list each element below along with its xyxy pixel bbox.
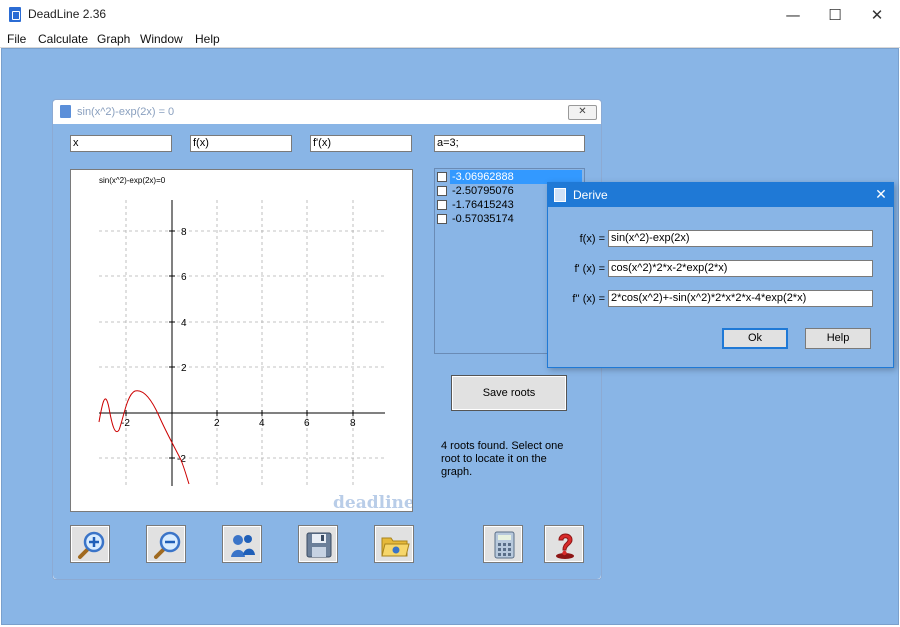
- calculator-icon: [554, 188, 566, 202]
- document-icon: [60, 105, 71, 118]
- app-title: DeadLine 2.36: [28, 7, 107, 21]
- root-checkbox[interactable]: [437, 200, 447, 210]
- root-checkbox[interactable]: [437, 186, 447, 196]
- save-icon: [306, 532, 332, 558]
- derive-dialog-titlebar[interactable]: Derive ✕: [548, 183, 893, 207]
- menu-window[interactable]: Window: [140, 32, 183, 46]
- x-tick-label: 4: [259, 418, 265, 429]
- help-icon: [556, 533, 574, 559]
- ddfx-label: f'' (x) =: [572, 293, 605, 305]
- y-tick-label: 8: [181, 227, 187, 238]
- graph-panel[interactable]: sin(x^2)-exp(2x)=0 -2 2 4 6 8 8 6 4 2 -2…: [70, 169, 413, 512]
- zoom-in-icon: [78, 531, 105, 559]
- pan-button[interactable]: [222, 525, 262, 563]
- maximize-button[interactable]: ☐: [812, 0, 858, 30]
- help-dialog-button[interactable]: Help: [805, 328, 871, 349]
- equation-window-titlebar[interactable]: sin(x^2)-exp(2x) = 0 ✕: [53, 100, 601, 124]
- y-tick-label: 4: [181, 318, 187, 329]
- x-tick-label: 6: [304, 418, 310, 429]
- fx-label: f(x) =: [579, 233, 605, 245]
- zoom-out-button[interactable]: [146, 525, 186, 563]
- dfx-label: f' (x) =: [574, 263, 605, 275]
- x-tick-label: 2: [214, 418, 220, 429]
- derive-dialog-close-button[interactable]: ✕: [870, 184, 892, 206]
- graph-axes: [99, 200, 385, 486]
- root-value: -0.57035174: [452, 213, 514, 225]
- pan-icon: [231, 535, 255, 557]
- open-button[interactable]: [374, 525, 414, 563]
- zoom-out-icon: [154, 531, 181, 559]
- function-curve: [98, 390, 190, 485]
- open-folder-icon: [381, 537, 410, 557]
- root-value: -1.76415243: [452, 199, 514, 211]
- dfx-field[interactable]: cos(x^2)*2*x-2*exp(2*x): [608, 260, 873, 277]
- root-checkbox[interactable]: [437, 172, 447, 182]
- menu-graph[interactable]: Graph: [97, 32, 130, 46]
- parameters-input[interactable]: a=3;: [434, 135, 585, 152]
- derivative-input[interactable]: f'(x): [310, 135, 412, 152]
- help-button[interactable]: [544, 525, 584, 563]
- y-tick-label: 2: [181, 363, 187, 374]
- equation-window-body: x f(x) f'(x) a=3; sin(x^2)-exp(2x)=0 -2 …: [53, 124, 601, 579]
- save-button[interactable]: [298, 525, 338, 563]
- zoom-in-button[interactable]: [70, 525, 110, 563]
- calculator-button[interactable]: [483, 525, 523, 563]
- menu-help[interactable]: Help: [195, 32, 220, 46]
- equation-window-close-button[interactable]: ✕: [568, 105, 597, 120]
- close-button[interactable]: ✕: [854, 0, 900, 30]
- fx-field[interactable]: sin(x^2)-exp(2x): [608, 230, 873, 247]
- root-checkbox[interactable]: [437, 214, 447, 224]
- equation-window: sin(x^2)-exp(2x) = 0 ✕ x f(x) f'(x) a=3;…: [52, 99, 602, 580]
- menu-file[interactable]: File: [7, 32, 26, 46]
- function-input[interactable]: f(x): [190, 135, 292, 152]
- save-roots-button[interactable]: Save roots: [451, 375, 567, 411]
- minimize-button[interactable]: —: [770, 0, 816, 30]
- derive-dialog: Derive ✕ f(x) = sin(x^2)-exp(2x) f' (x) …: [547, 182, 894, 368]
- menu-bar: File Calculate Graph Window Help: [0, 30, 900, 48]
- y-tick-label: 6: [181, 272, 187, 283]
- graph-grid: [99, 200, 384, 488]
- app-icon: [9, 7, 21, 22]
- ddfx-field[interactable]: 2*cos(x^2)+-sin(x^2)*2*x*2*x-4*exp(2*x): [608, 290, 873, 307]
- equation-window-title: sin(x^2)-exp(2x) = 0: [77, 106, 175, 118]
- x-tick-label: 8: [350, 418, 356, 429]
- app-titlebar: DeadLine 2.36 — ☐ ✕: [0, 0, 900, 30]
- derive-dialog-title: Derive: [573, 188, 608, 202]
- deadline-watermark: deadline: [333, 493, 412, 511]
- menu-calculate[interactable]: Calculate: [38, 32, 88, 46]
- graph-canvas[interactable]: sin(x^2)-exp(2x)=0 -2 2 4 6 8 8 6 4 2 -2…: [71, 170, 412, 511]
- ok-button[interactable]: Ok: [722, 328, 788, 349]
- variable-input[interactable]: x: [70, 135, 172, 152]
- root-value: -2.50795076: [452, 185, 514, 197]
- status-message: 4 roots found. Select one root to locate…: [441, 440, 564, 478]
- calculator-icon: [494, 531, 515, 559]
- graph-title: sin(x^2)-exp(2x)=0: [99, 176, 166, 185]
